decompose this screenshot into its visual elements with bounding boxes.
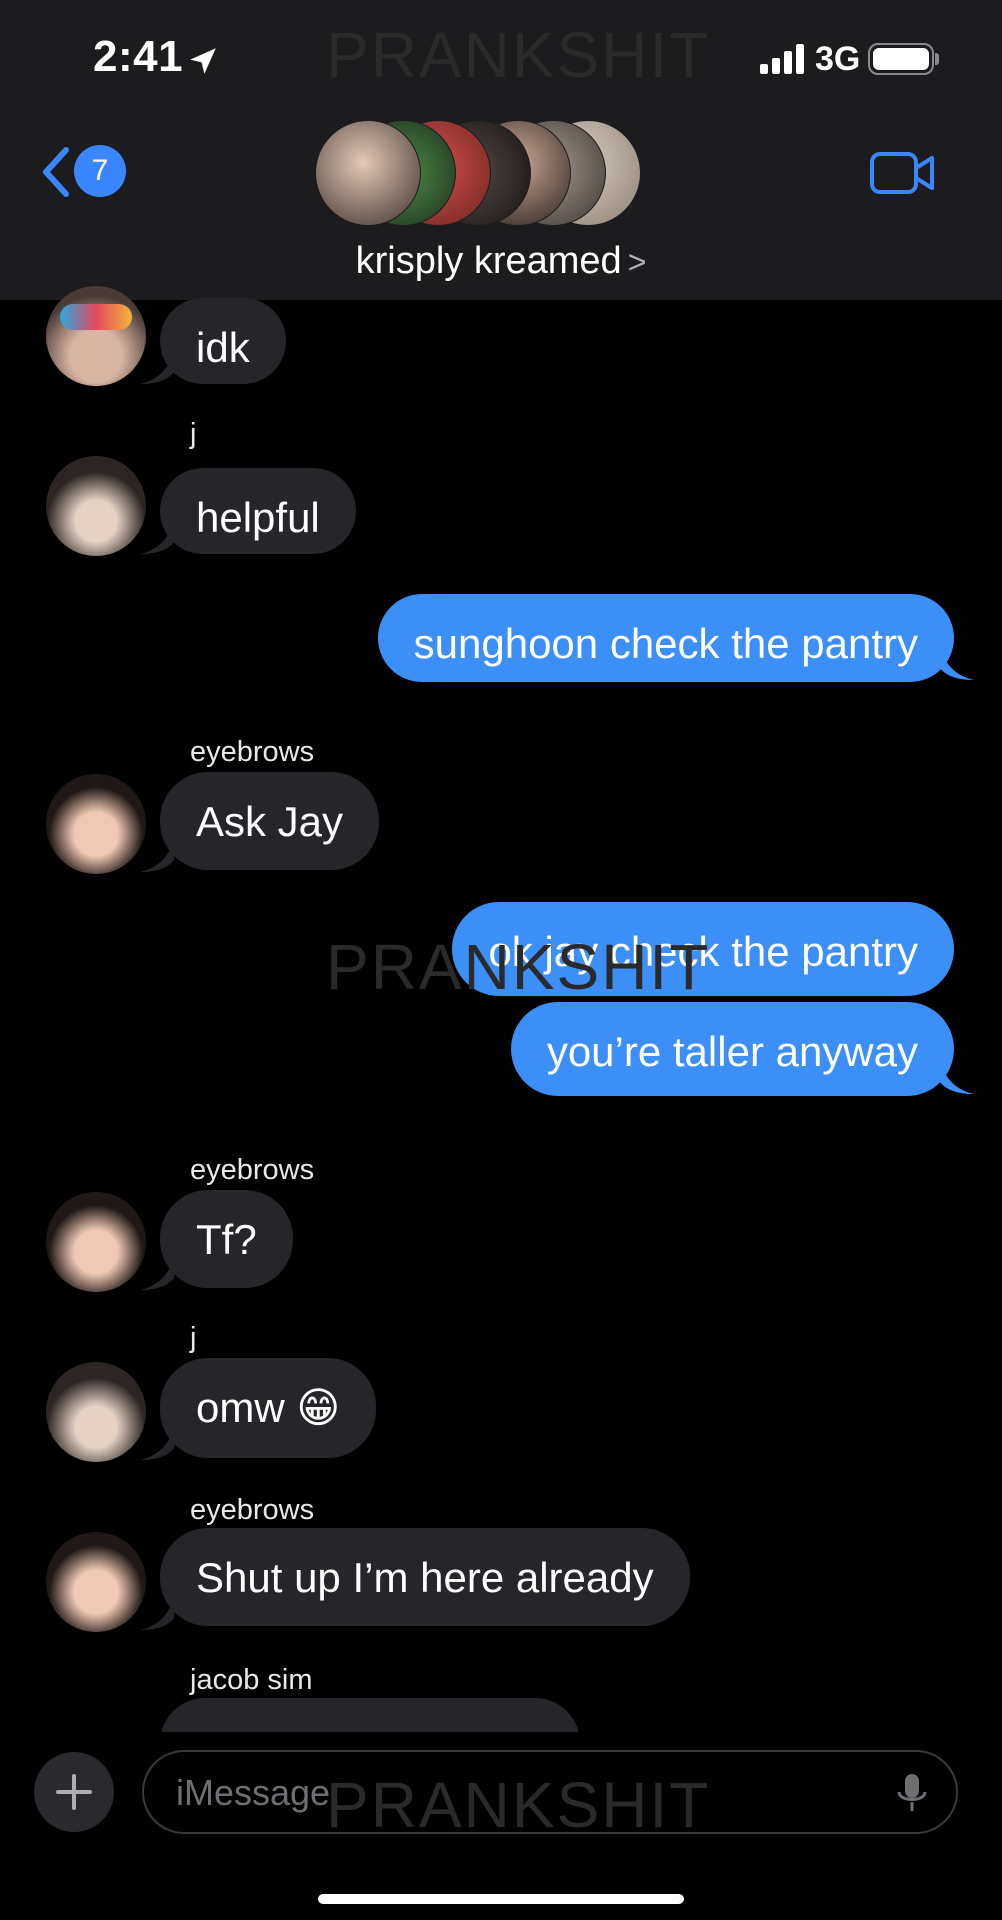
avatar[interactable] xyxy=(46,1192,146,1292)
chevron-right-icon: > xyxy=(627,244,647,280)
message-text: omw 😁 xyxy=(196,1384,341,1431)
message-bubble-out[interactable]: you’re taller anyway xyxy=(510,1002,954,1096)
add-attachment-button[interactable] xyxy=(34,1752,114,1832)
unread-count-badge[interactable]: 7 xyxy=(74,145,126,197)
message-text: you’re taller anyway xyxy=(546,1028,918,1075)
battery-icon xyxy=(868,43,934,75)
message-bubble-in[interactable]: Shut up I’m here already xyxy=(160,1528,690,1626)
network-type: 3G xyxy=(815,40,861,78)
group-title[interactable]: krisply kreamed > xyxy=(0,240,1002,283)
bubble-tail xyxy=(940,1060,974,1094)
message-text: sunghoon check the pantry xyxy=(413,620,918,667)
video-camera-icon[interactable] xyxy=(870,150,936,196)
back-chevron-icon[interactable] xyxy=(38,146,74,198)
microphone-icon[interactable] xyxy=(894,1772,930,1814)
message-bubble-in[interactable]: Tf? xyxy=(160,1190,293,1288)
signal-icon xyxy=(760,44,804,74)
avatar[interactable] xyxy=(46,1362,146,1462)
message-bubble-in[interactable]: omw 😁 xyxy=(160,1358,377,1458)
sender-name: eyebrows xyxy=(190,1154,315,1186)
sender-name: eyebrows xyxy=(190,736,315,768)
avatar[interactable] xyxy=(46,456,146,556)
sender-name: j xyxy=(190,418,197,450)
message-text: helpful xyxy=(196,494,320,541)
message-text: Tf? xyxy=(196,1216,257,1263)
message-bubble-out[interactable]: sunghoon check the pantry xyxy=(377,594,954,682)
message-text: idk xyxy=(196,324,250,371)
watermark-bottom: PRANKSHIT xyxy=(326,1769,711,1841)
sender-name: jacob sim xyxy=(190,1664,313,1696)
sender-name: eyebrows xyxy=(190,1494,315,1526)
message-text: Ask Jay xyxy=(196,798,344,845)
avatar[interactable] xyxy=(46,774,146,874)
message-bubble-in[interactable]: idk xyxy=(160,298,286,384)
group-avatar-stack[interactable] xyxy=(315,120,655,226)
sender-name: j xyxy=(190,1322,197,1354)
watermark-top: PRANKSHIT xyxy=(326,19,711,91)
message-bubble-in[interactable]: helpful xyxy=(160,468,356,554)
plus-icon xyxy=(56,1774,92,1810)
bubble-tail xyxy=(940,646,974,680)
status-time: 2:41 xyxy=(93,32,184,81)
avatar[interactable] xyxy=(46,286,146,386)
group-name-text: krisply kreamed xyxy=(355,240,622,282)
avatar[interactable] xyxy=(46,1532,146,1632)
battery-nub xyxy=(935,53,939,65)
message-text: Shut up I’m here already xyxy=(196,1554,654,1601)
message-bubble-partial[interactable] xyxy=(160,1698,580,1732)
home-indicator[interactable] xyxy=(318,1894,684,1904)
watermark-middle: PRANKSHIT xyxy=(326,931,711,1003)
location-arrow-icon xyxy=(190,48,216,74)
message-bubble-in[interactable]: Ask Jay xyxy=(160,772,380,870)
group-avatar xyxy=(315,120,421,226)
